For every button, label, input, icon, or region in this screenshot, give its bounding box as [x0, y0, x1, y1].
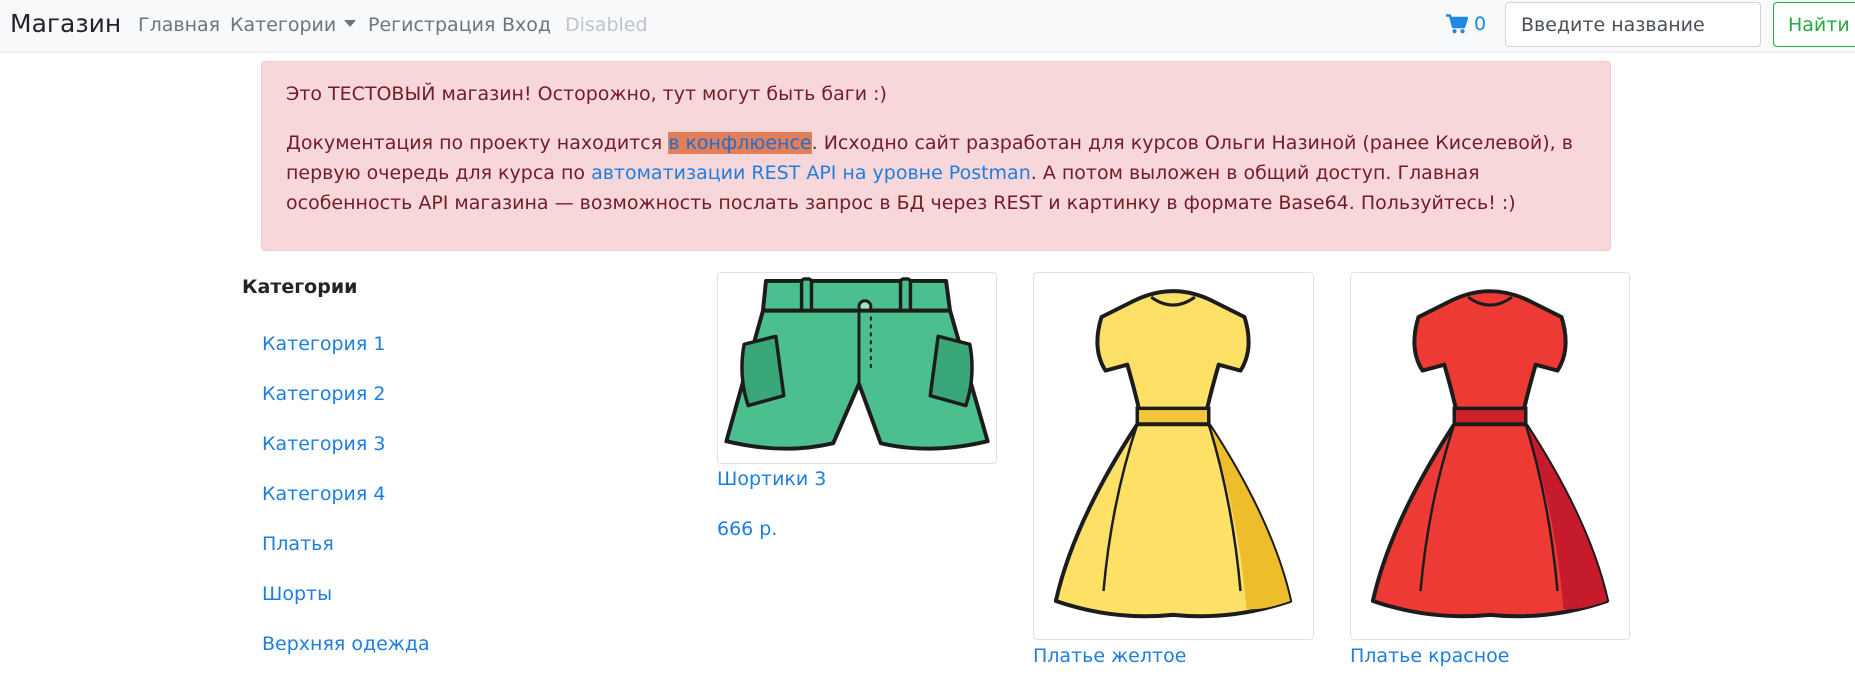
cart-count: 0	[1474, 13, 1487, 35]
alert-line-1: Это ТЕСТОВЫЙ магазин! Осторожно, тут мог…	[286, 83, 887, 105]
caret-down-icon	[344, 20, 357, 27]
product-price-shorts: 666 р.	[717, 518, 778, 540]
alert-text-1: Документация по проекту находится	[286, 132, 669, 154]
shorts-icon	[724, 277, 990, 451]
nav-categories-label: Категории	[230, 14, 337, 36]
category-link-dresses[interactable]: Платья	[262, 533, 430, 583]
category-link-shorts[interactable]: Шорты	[262, 583, 430, 633]
category-link-3[interactable]: Категория 3	[262, 433, 430, 483]
nav-categories-dropdown[interactable]: Категории	[230, 14, 357, 36]
test-shop-alert: Это ТЕСТОВЫЙ магазин! Осторожно, тут мог…	[261, 61, 1611, 251]
yellow-dress-image[interactable]	[1033, 272, 1314, 640]
confluence-link[interactable]: в конфлюенсе	[668, 132, 812, 154]
category-list: Категория 1 Категория 2 Категория 3 Кате…	[262, 333, 430, 683]
cart-button[interactable]: 0	[1446, 13, 1486, 35]
category-link-2[interactable]: Категория 2	[262, 383, 430, 433]
product-name-yellow-dress[interactable]: Платье желтое	[1033, 645, 1186, 667]
categories-heading: Категории	[242, 276, 358, 298]
dress-icon	[1370, 289, 1610, 619]
category-link-4[interactable]: Категория 4	[262, 483, 430, 533]
category-link-1[interactable]: Категория 1	[262, 333, 430, 383]
nav-register[interactable]: Регистрация	[368, 14, 495, 36]
nav-disabled: Disabled	[565, 14, 648, 36]
dress-icon	[1053, 289, 1293, 619]
search-button[interactable]: Найти	[1773, 2, 1855, 47]
search-input[interactable]	[1505, 2, 1761, 47]
category-link-outerwear[interactable]: Верхняя одежда	[262, 633, 430, 683]
postman-course-link[interactable]: автоматизации REST API на уровне Postman	[591, 162, 1031, 184]
alert-paragraph-2: Документация по проекту находится в конф…	[286, 128, 1586, 218]
red-dress-image[interactable]	[1350, 272, 1630, 640]
shorts-image[interactable]	[717, 272, 997, 464]
top-navbar: Магазин Главная Категории Регистрация Вх…	[0, 0, 1855, 53]
nav-home[interactable]: Главная	[138, 14, 220, 36]
nav-login[interactable]: Вход	[502, 14, 551, 36]
cart-icon	[1446, 14, 1468, 34]
product-name-shorts[interactable]: Шортики 3	[717, 468, 826, 490]
brand-logo[interactable]: Магазин	[10, 9, 121, 38]
product-name-red-dress[interactable]: Платье красное	[1350, 645, 1509, 667]
